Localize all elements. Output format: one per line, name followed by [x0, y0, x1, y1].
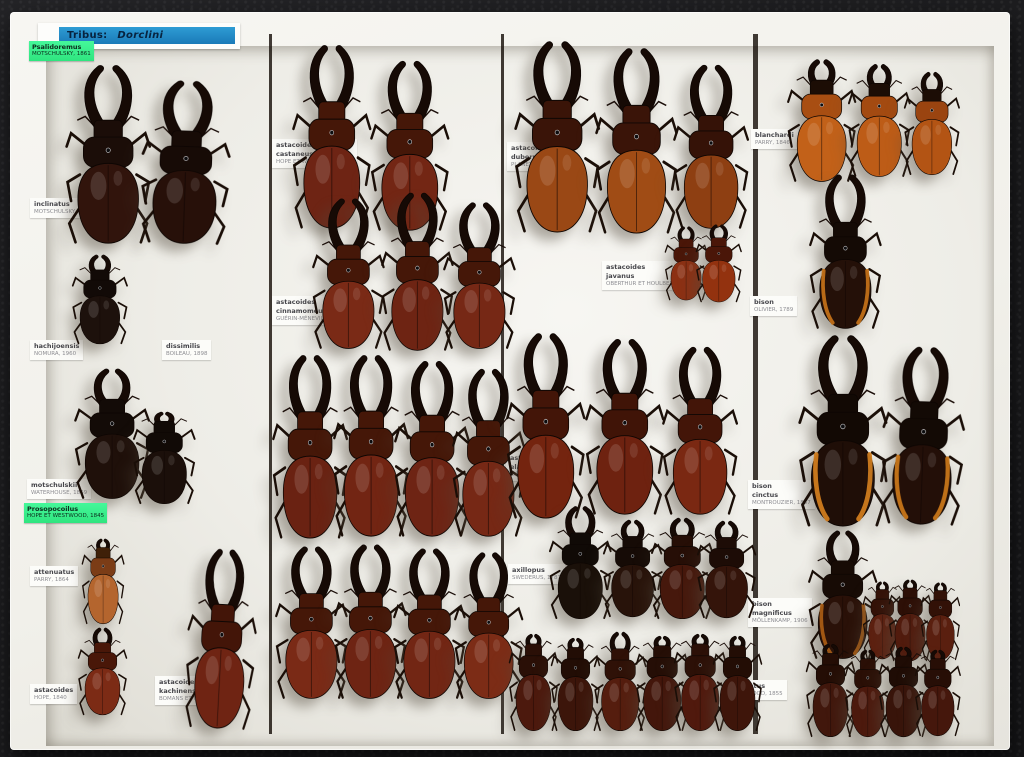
species-label: attenuatusPARRY, 1864: [30, 566, 78, 586]
beetle-specimen: [808, 172, 883, 330]
beetle-specimen: [903, 70, 961, 176]
beetle-specimen: [137, 76, 235, 246]
beetle-specimen: [513, 38, 601, 234]
beetle-specimen: [914, 648, 962, 737]
species-label: bisonOLIVIER, 1789: [750, 296, 797, 316]
stag-beetle-icon: [797, 332, 889, 528]
beetle-specimen: [877, 343, 968, 528]
genus-name: Psalidoremus: [32, 43, 91, 51]
species-label: astacoidesHOPE, 1840: [30, 684, 77, 704]
beetle-specimen: [77, 626, 128, 716]
stag-beetle-icon: [132, 410, 197, 505]
species-name: dissimilis: [166, 342, 207, 351]
stag-beetle-icon: [71, 253, 129, 345]
beetle-specimen: [712, 634, 763, 732]
beetle-specimen: [132, 410, 197, 505]
beetle-specimen: [442, 200, 517, 350]
stag-beetle-icon: [661, 344, 739, 516]
stag-beetle-icon: [672, 62, 750, 230]
stag-beetle-icon: [712, 634, 763, 732]
stag-beetle-icon: [847, 62, 912, 178]
species-name: bison: [752, 600, 808, 609]
stag-beetle-icon: [81, 537, 125, 625]
specimen-layer: PsalidoremusMOTSCHULSKY, 1861 Prosopocoil…: [0, 0, 1024, 757]
genus-name: Prosopocoilus: [27, 505, 104, 513]
species-author: PARRY, 1864: [34, 577, 74, 584]
stag-beetle-icon: [808, 172, 883, 330]
beetle-specimen: [696, 519, 757, 619]
genus-author: MOTSCHULSKY, 1861: [32, 51, 91, 58]
beetle-specimen: [695, 223, 743, 303]
genus-label: ProsopocoilusHOPE ET WESTWOOD, 1845: [24, 503, 107, 523]
species-author: HOPE, 1840: [34, 695, 73, 702]
species-author: OLIVIER, 1789: [754, 307, 793, 314]
beetle-specimen: [71, 253, 129, 345]
beetle-specimen: [672, 62, 750, 230]
species-author: MÖLLENKAMP, 1906: [752, 618, 808, 625]
beetle-specimen: [505, 330, 587, 520]
stag-beetle-icon: [914, 648, 962, 737]
stag-beetle-icon: [696, 519, 757, 619]
species-label: dissimilisBOILEAU, 1898: [162, 340, 211, 360]
stag-beetle-icon: [505, 330, 587, 520]
stag-beetle-icon: [311, 196, 386, 350]
species-author: NOMURA, 1960: [34, 351, 79, 358]
species-name: astacoides: [34, 686, 73, 695]
species-name: magnificus: [752, 609, 808, 618]
beetle-specimen: [182, 544, 263, 731]
stag-beetle-icon: [77, 626, 128, 716]
beetle-specimen: [797, 332, 889, 528]
species-name: bison: [754, 298, 793, 307]
stag-beetle-icon: [137, 76, 235, 246]
tribus-prefix: Tribus:: [67, 30, 107, 41]
specimen-drawer-photo: Tribus: Dorclini PsalidoremusMOTSCHULSKY…: [0, 0, 1024, 757]
beetle-specimen: [661, 344, 739, 516]
tribus-name: Dorclini: [117, 30, 163, 41]
species-name: attenuatus: [34, 568, 74, 577]
stag-beetle-icon: [877, 343, 968, 528]
stag-beetle-icon: [695, 223, 743, 303]
stag-beetle-icon: [513, 38, 601, 234]
stag-beetle-icon: [182, 544, 263, 731]
species-author: BOILEAU, 1898: [166, 351, 207, 358]
beetle-specimen: [594, 45, 679, 235]
stag-beetle-icon: [442, 200, 517, 350]
beetle-specimen: [847, 62, 912, 178]
genus-author: HOPE ET WESTWOOD, 1845: [27, 513, 104, 520]
stag-beetle-icon: [594, 45, 679, 235]
beetle-specimen: [81, 537, 125, 625]
stag-beetle-icon: [584, 336, 666, 516]
genus-label: PsalidoremusMOTSCHULSKY, 1861: [29, 41, 94, 61]
beetle-specimen: [584, 336, 666, 516]
stag-beetle-icon: [903, 70, 961, 176]
beetle-specimen: [311, 196, 386, 350]
